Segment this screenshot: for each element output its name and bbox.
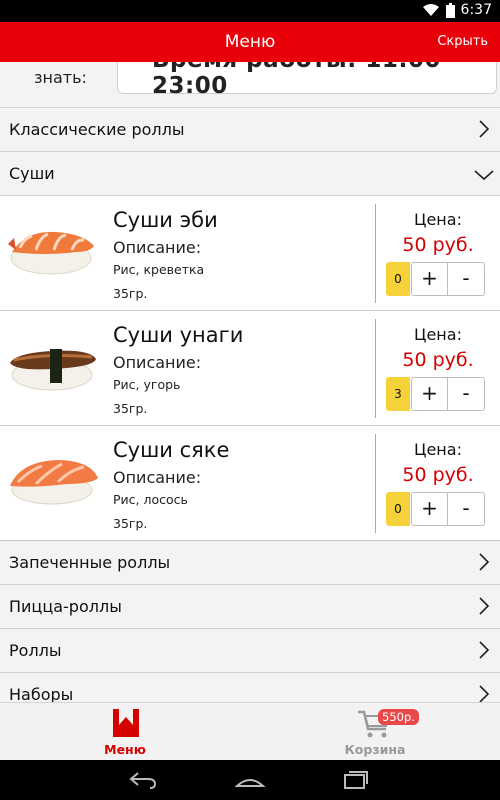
- hours-text: Время работы: 11:00 - 23:00: [152, 62, 459, 99]
- wifi-icon: [422, 3, 440, 17]
- sushi-syake-image: [10, 460, 98, 505]
- chevron-right-icon: [479, 597, 490, 615]
- decrease-button[interactable]: -: [448, 492, 485, 526]
- tab-menu[interactable]: Меню: [0, 703, 250, 761]
- info-label: знать:: [34, 68, 87, 87]
- increase-button[interactable]: +: [411, 377, 448, 411]
- item-weight: 35гр.: [113, 516, 148, 531]
- bottom-tab-bar: Меню 550р. Корзина: [0, 702, 500, 760]
- back-icon[interactable]: [128, 770, 158, 790]
- menu-item: Суши сяке Описание: Рис, лосось 35гр. Це…: [0, 426, 500, 541]
- tab-cart[interactable]: 550р. Корзина: [250, 703, 500, 761]
- tab-menu-label: Меню: [104, 742, 146, 757]
- price-label: Цена:: [414, 210, 462, 229]
- item-price: 50 руб.: [402, 349, 474, 371]
- category-label: Суши: [9, 164, 55, 183]
- category-sushi[interactable]: Суши: [0, 152, 500, 196]
- menu-item: Суши унаги Описание: Рис, угорь 35гр. Це…: [0, 311, 500, 426]
- battery-icon: [445, 2, 455, 18]
- item-name: Суши эби: [113, 208, 218, 232]
- menu-icon: [113, 709, 139, 737]
- increase-button[interactable]: +: [411, 492, 448, 526]
- hide-button[interactable]: Скрыть: [437, 34, 488, 49]
- navigation-bar: [0, 760, 500, 800]
- menu-item: Суши эби Описание: Рис, креветка 35гр. Ц…: [0, 196, 500, 311]
- item-description-title: Описание:: [113, 468, 202, 487]
- quantity-value: 0: [386, 492, 410, 526]
- category-rolls[interactable]: Роллы: [0, 629, 500, 673]
- page-title: Меню: [224, 32, 276, 52]
- quantity-value: 0: [386, 262, 410, 296]
- item-price: 50 руб.: [402, 464, 474, 486]
- price-label: Цена:: [414, 325, 462, 344]
- item-description-title: Описание:: [113, 238, 202, 257]
- category-baked-rolls[interactable]: Запеченные роллы: [0, 541, 500, 585]
- category-label: Роллы: [9, 641, 62, 660]
- chevron-down-icon: [474, 170, 494, 181]
- status-bar: 6:37: [0, 0, 500, 22]
- category-sets[interactable]: Наборы: [0, 673, 500, 702]
- tab-cart-label: Корзина: [344, 742, 406, 757]
- sushi-ebi-image: [8, 231, 94, 275]
- item-price: 50 руб.: [402, 234, 474, 256]
- item-description: Рис, угорь: [113, 377, 181, 392]
- item-name: Суши унаги: [113, 323, 244, 347]
- menu-list[interactable]: знать: Время работы: 11:00 - 23:00 Класс…: [0, 62, 500, 702]
- category-label: Классические роллы: [9, 120, 185, 139]
- recent-apps-icon[interactable]: [342, 770, 370, 790]
- decrease-button[interactable]: -: [448, 377, 485, 411]
- item-description-title: Описание:: [113, 353, 202, 372]
- status-icons: 6:37: [422, 2, 492, 18]
- chevron-right-icon: [479, 120, 490, 138]
- item-name: Суши сяке: [113, 438, 230, 462]
- working-hours-panel: знать: Время работы: 11:00 - 23:00: [0, 62, 500, 108]
- item-weight: 35гр.: [113, 286, 148, 301]
- status-time: 6:37: [460, 2, 492, 18]
- category-classic-rolls[interactable]: Классические роллы: [0, 108, 500, 152]
- decrease-button[interactable]: -: [448, 262, 485, 296]
- item-description: Рис, креветка: [113, 262, 205, 277]
- category-label: Запеченные роллы: [9, 553, 171, 572]
- item-description: Рис, лосось: [113, 492, 188, 507]
- category-label: Пицца-роллы: [9, 597, 122, 616]
- category-label: Наборы: [9, 685, 74, 702]
- sushi-unagi-image: [10, 349, 96, 391]
- home-icon[interactable]: [234, 770, 266, 790]
- chevron-right-icon: [479, 641, 490, 659]
- item-weight: 35гр.: [113, 401, 148, 416]
- cart-total-badge: 550р.: [378, 709, 419, 725]
- category-pizza-rolls[interactable]: Пицца-роллы: [0, 585, 500, 629]
- increase-button[interactable]: +: [411, 262, 448, 296]
- chevron-right-icon: [479, 685, 490, 702]
- hours-box: Время работы: 11:00 - 23:00: [117, 62, 497, 99]
- action-bar: Меню Скрыть: [0, 22, 500, 62]
- quantity-value: 3: [386, 377, 410, 411]
- chevron-right-icon: [479, 553, 490, 571]
- price-label: Цена:: [414, 440, 462, 459]
